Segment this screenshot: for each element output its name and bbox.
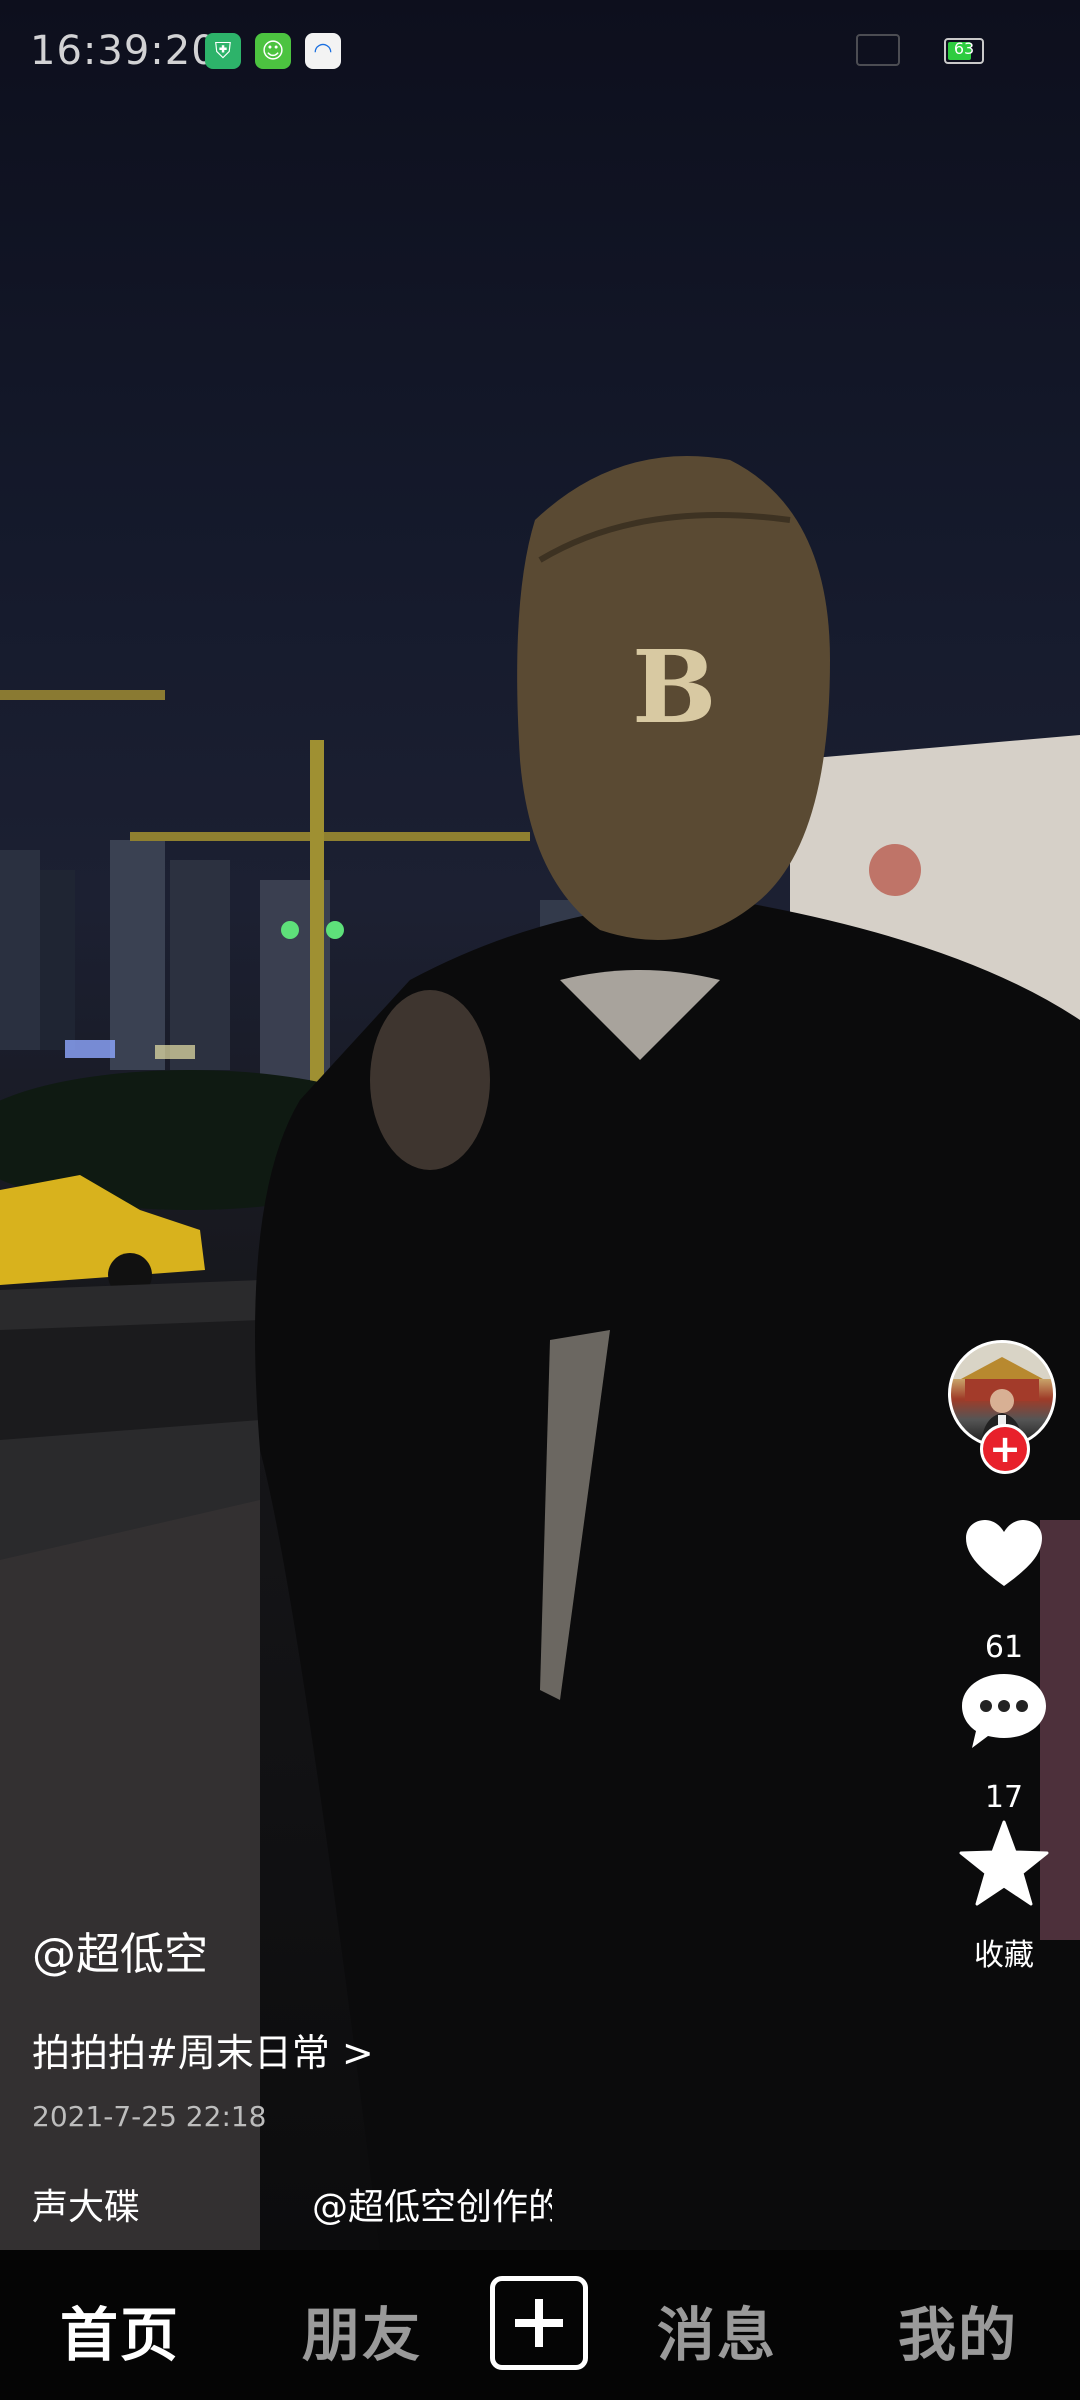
like-button[interactable] (948, 1518, 1060, 1602)
tab-home[interactable]: 首页 (60, 2288, 180, 2372)
tab-friends[interactable]: 朋友 (302, 2288, 422, 2372)
video-screen: B 16:39:20 ⛨ ☺ ◠ 63 + 61 17 收藏 @超低空 拍拍拍#… (0, 0, 1080, 2400)
video-player[interactable]: B (0, 0, 1080, 2250)
favorite-button[interactable] (948, 1818, 1060, 1914)
cloud-app-icon: ◠ (305, 33, 341, 69)
status-time: 16:39:20 (30, 28, 218, 74)
bottom-nav: 首页 朋友 消息 我的 (0, 2250, 1080, 2400)
post-date: 2021-7-25 22:18 (32, 2100, 267, 2133)
favorite-label: 收藏 (974, 1938, 1034, 1973)
battery-icon: 63 (944, 38, 984, 64)
status-bar: 16:39:20 ⛨ ☺ ◠ 63 (0, 0, 1080, 100)
video-frame: B (0, 456, 1080, 2250)
battery-level: 63 (953, 39, 975, 58)
author-name[interactable]: @超低空 (32, 1918, 208, 1982)
sim-icon (856, 34, 900, 66)
comment-count: 17 (984, 1780, 1024, 1815)
shield-app-icon: ⛨ (205, 33, 241, 69)
like-count: 61 (984, 1630, 1024, 1665)
music-author-scroll[interactable]: @超低空创作的原声 (312, 2178, 552, 2230)
create-button[interactable] (490, 2276, 588, 2370)
tab-me[interactable]: 我的 (898, 2288, 1018, 2372)
comment-button[interactable] (948, 1670, 1060, 1760)
tab-messages[interactable]: 消息 (657, 2288, 777, 2372)
music-title-scroll[interactable]: 声大碟 (32, 2178, 152, 2230)
android-app-icon: ☺ (255, 33, 291, 69)
heart-icon (966, 1520, 1042, 1586)
follow-button[interactable]: + (980, 1424, 1030, 1474)
plus-icon (515, 2299, 563, 2347)
star-icon (959, 1820, 1049, 1906)
svg-text:B: B (632, 628, 717, 746)
comment-icon (962, 1674, 1046, 1748)
video-description[interactable]: 拍拍拍#周末日常 > (32, 2022, 374, 2077)
